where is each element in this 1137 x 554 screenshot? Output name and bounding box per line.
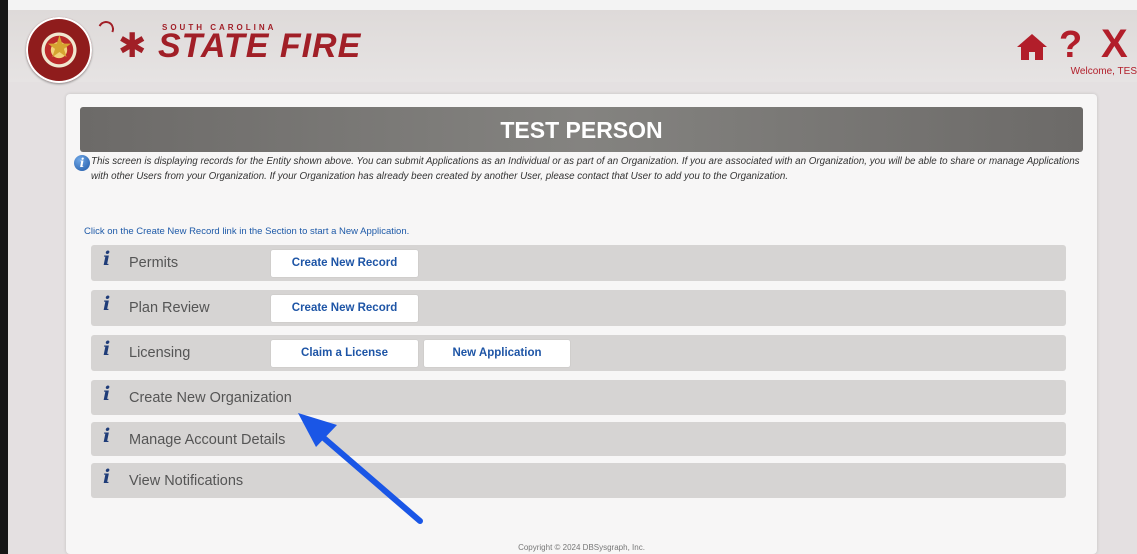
help-icon[interactable]: ? — [1059, 26, 1082, 64]
palmetto-icon: ✱ — [118, 26, 147, 66]
info-icon[interactable]: i — [103, 248, 110, 270]
section-licensing[interactable]: i Licensing Claim a License New Applicat… — [91, 335, 1066, 371]
section-permits[interactable]: i Permits Create New Record — [91, 245, 1066, 281]
info-text: This screen is displaying records for th… — [91, 156, 1080, 182]
header: ★ ✱ SOUTH CAROLINA STATE FIRE ? X Welcom… — [8, 10, 1137, 83]
footer-copyright: Copyright © 2024 DBSysgraph, Inc. — [518, 543, 645, 552]
section-view-notifications[interactable]: i View Notifications — [91, 463, 1066, 498]
info-note: i This screen is displaying records for … — [74, 155, 1092, 205]
home-icon[interactable] — [1015, 32, 1049, 62]
entity-name-bar: TEST PERSON — [80, 107, 1083, 152]
claim-license-button[interactable]: Claim a License — [271, 340, 418, 367]
new-application-button[interactable]: New Application — [424, 340, 570, 367]
brand-title: STATE FIRE — [158, 27, 362, 65]
info-icon[interactable]: i — [103, 425, 110, 447]
brand-logo[interactable]: ✱ SOUTH CAROLINA STATE FIRE — [95, 18, 368, 71]
section-plan-review[interactable]: i Plan Review Create New Record — [91, 290, 1066, 326]
section-label[interactable]: Permits — [129, 255, 178, 271]
state-fire-seal-logo[interactable]: ★ — [26, 17, 92, 83]
section-label[interactable]: Plan Review — [129, 300, 210, 316]
create-new-record-button[interactable]: Create New Record — [271, 295, 418, 322]
section-label[interactable]: Licensing — [129, 345, 190, 361]
main-panel: TEST PERSON i This screen is displaying … — [66, 94, 1097, 554]
section-label[interactable]: View Notifications — [129, 473, 243, 489]
section-manage-account-details[interactable]: i Manage Account Details — [91, 422, 1066, 456]
info-icon[interactable]: i — [103, 383, 110, 405]
create-new-record-button[interactable]: Create New Record — [271, 250, 418, 277]
section-label[interactable]: Create New Organization — [129, 390, 292, 406]
info-icon[interactable]: i — [103, 466, 110, 488]
info-icon[interactable]: i — [103, 338, 110, 360]
top-band — [8, 0, 1137, 10]
section-create-new-organization[interactable]: i Create New Organization — [91, 380, 1066, 415]
info-icon[interactable]: i — [103, 293, 110, 315]
welcome-text: Welcome, TES — [1070, 66, 1137, 77]
close-icon[interactable]: X — [1101, 24, 1128, 64]
crescent-moon-icon — [95, 18, 117, 40]
window-left-border — [0, 0, 8, 554]
section-label[interactable]: Manage Account Details — [129, 432, 285, 448]
star-icon: ★ — [46, 30, 73, 65]
info-icon: i — [74, 155, 90, 171]
instruction-text: Click on the Create New Record link in t… — [84, 226, 410, 237]
